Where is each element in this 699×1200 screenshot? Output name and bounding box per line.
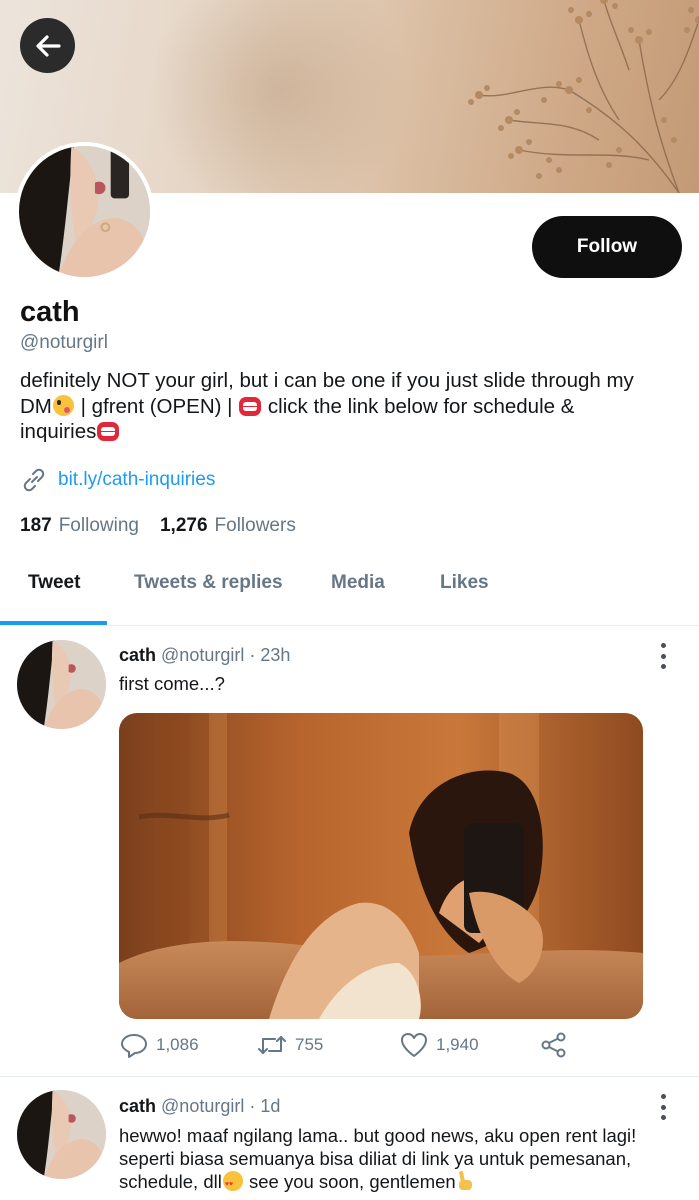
tweet-divider bbox=[0, 1076, 699, 1077]
like-action[interactable]: 1,940 bbox=[400, 1031, 479, 1059]
profile-bio: definitely NOT your girl, but i can be o… bbox=[20, 368, 685, 445]
retweet-action[interactable]: 755 bbox=[257, 1031, 323, 1059]
tweet-actions: 1,086 755 1,940 bbox=[0, 1031, 699, 1065]
victory-hand-emoji-icon bbox=[457, 1171, 475, 1191]
retweet-icon bbox=[258, 1036, 286, 1054]
tweet-text-line-3a: schedule, dll bbox=[119, 1171, 222, 1192]
reply-icon bbox=[121, 1034, 147, 1058]
bio-line-3: inquiries bbox=[20, 420, 97, 443]
profile-link[interactable]: bit.ly/cath-inquiries bbox=[20, 466, 215, 494]
profile-avatar[interactable] bbox=[15, 142, 154, 281]
zany-face-emoji-icon bbox=[52, 394, 74, 416]
heart-icon bbox=[401, 1033, 427, 1057]
profile-link-text[interactable]: bit.ly/cath-inquiries bbox=[58, 469, 215, 491]
tweet-separator: · bbox=[249, 1096, 256, 1116]
followers-stat[interactable]: 1,276 Followers bbox=[160, 515, 296, 537]
share-action[interactable] bbox=[540, 1031, 568, 1059]
tweet-avatar[interactable] bbox=[17, 1090, 106, 1179]
tweet-author-handle: @noturgirl bbox=[161, 645, 245, 665]
following-count: 187 bbox=[20, 515, 52, 536]
following-label: Following bbox=[58, 515, 139, 536]
profile-name: cath bbox=[20, 296, 80, 328]
tabs-divider bbox=[0, 625, 699, 626]
tweet-text-line-3b: see you soon, gentlemen bbox=[243, 1171, 456, 1192]
profile-tabs: Tweet Tweets & replies Media Likes bbox=[0, 560, 699, 625]
bio-line-2b: | gfrent (OPEN) | bbox=[74, 394, 239, 418]
bio-line-1: definitely NOT your girl, but i can be o… bbox=[20, 369, 634, 392]
tweet-media-image[interactable] bbox=[119, 713, 643, 1019]
followers-label: Followers bbox=[214, 515, 296, 536]
tweet-time[interactable]: 1d bbox=[260, 1096, 280, 1116]
arrow-left-icon bbox=[35, 34, 61, 57]
bio-line-2c: click the link below for schedule & bbox=[262, 394, 575, 418]
follow-stats: 187 Following 1,276 Followers bbox=[20, 515, 317, 537]
tweet-avatar[interactable] bbox=[17, 640, 106, 729]
tab-likes[interactable]: Likes bbox=[440, 572, 489, 594]
tweet-author-handle: @noturgirl bbox=[161, 1096, 245, 1116]
mouth-emoji-icon bbox=[239, 396, 262, 416]
retweet-count: 755 bbox=[295, 1035, 324, 1054]
tweet-author-name[interactable]: cath bbox=[119, 1096, 156, 1116]
more-vertical-icon[interactable] bbox=[655, 643, 671, 669]
mouth-emoji-icon bbox=[97, 422, 120, 441]
reply-count: 1,086 bbox=[156, 1035, 199, 1054]
tab-tweets-replies[interactable]: Tweets & replies bbox=[134, 572, 283, 594]
back-button[interactable] bbox=[20, 18, 75, 73]
bio-line-2a: DM bbox=[20, 394, 52, 418]
tweet-text: hewwo! maaf ngilang lama.. but good news… bbox=[119, 1124, 679, 1196]
link-icon bbox=[23, 468, 45, 492]
follow-button[interactable]: Follow bbox=[532, 216, 682, 278]
tweet-text: first come...? bbox=[119, 673, 225, 694]
share-icon bbox=[541, 1032, 566, 1058]
tab-tweet[interactable]: Tweet bbox=[28, 572, 80, 594]
profile-handle: @noturgirl bbox=[20, 332, 108, 353]
like-count: 1,940 bbox=[436, 1035, 479, 1054]
dried-flowers-image bbox=[468, 0, 699, 193]
tweet-text-line-1: hewwo! maaf ngilang lama.. but good news… bbox=[119, 1125, 637, 1146]
tweet-header: cath @noturgirl · 23h bbox=[119, 645, 290, 666]
tweet-author-name[interactable]: cath bbox=[119, 645, 156, 665]
followers-count: 1,276 bbox=[159, 515, 208, 536]
tweet-text-line-2: seperti biasa semuanya bisa diliat di li… bbox=[119, 1148, 632, 1169]
following-stat[interactable]: 187 Following bbox=[20, 515, 139, 537]
tweet-header: cath @noturgirl · 1d bbox=[119, 1096, 280, 1117]
tweet-time[interactable]: 23h bbox=[260, 645, 290, 665]
reply-action[interactable]: 1,086 bbox=[120, 1031, 199, 1059]
tweet-separator: · bbox=[249, 645, 256, 665]
tab-media[interactable]: Media bbox=[331, 572, 385, 594]
more-vertical-icon[interactable] bbox=[655, 1094, 671, 1120]
heart-eyes-emoji-icon bbox=[222, 1171, 243, 1196]
